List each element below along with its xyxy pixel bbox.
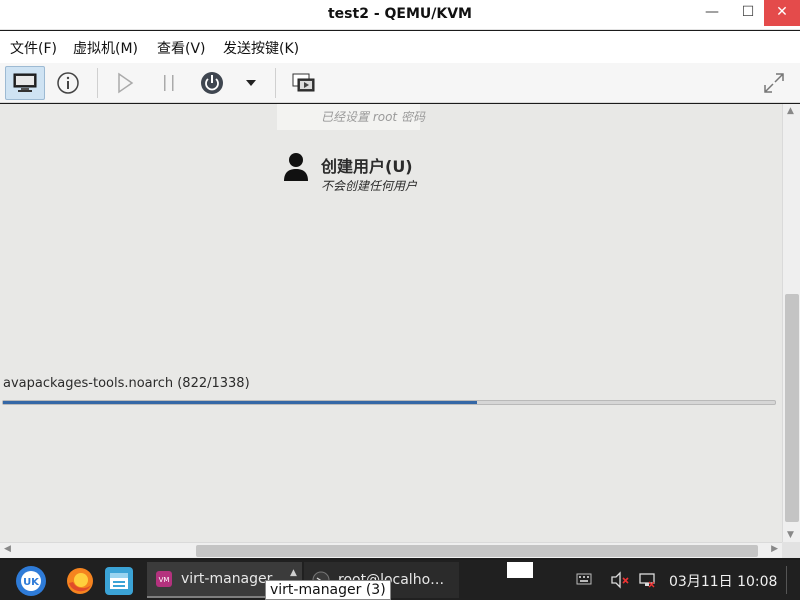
svg-text:VM: VM (159, 576, 170, 584)
toolbar-separator (97, 68, 98, 98)
horizontal-scrollbar[interactable]: ◀ ▶ (0, 542, 782, 558)
horizontal-scroll-thumb[interactable] (196, 545, 758, 557)
show-desktop-button[interactable] (786, 566, 794, 594)
close-button[interactable]: ✕ (764, 0, 800, 26)
guest-display[interactable]: 已经设置 root 密码 创建用户(U) 不会创建任何用户 avapackage… (0, 104, 782, 542)
root-password-status: 已经设置 root 密码 (321, 110, 425, 124)
pause-button[interactable] (149, 66, 189, 100)
keyboard-icon[interactable] (576, 572, 592, 586)
create-user-link[interactable]: 创建用户(U) (321, 153, 413, 177)
play-icon (118, 72, 134, 94)
install-progress-bar (2, 400, 776, 405)
menu-vm[interactable]: 虚拟机(M) (73, 38, 138, 58)
scroll-down-icon[interactable]: ▼ (787, 530, 794, 540)
install-progress-fill (3, 401, 478, 404)
console-view-button[interactable] (5, 66, 45, 100)
network-icon[interactable] (638, 571, 656, 589)
fullscreen-icon (764, 73, 784, 93)
menu-bar: 文件(F) 虚拟机(M) 查看(V) 发送按键(K) (0, 31, 800, 63)
file-manager-icon[interactable] (103, 565, 135, 597)
power-icon (201, 72, 223, 94)
clock[interactable]: 03月11日 10:08 (669, 571, 777, 591)
create-user-status: 不会创建任何用户 (321, 179, 418, 193)
run-button[interactable] (105, 66, 145, 100)
menu-send-key[interactable]: 发送按键(K) (223, 38, 299, 58)
fullscreen-button[interactable] (754, 66, 794, 100)
window-title: test2 - QEMU/KVM (327, 6, 472, 22)
toolbar-separator (275, 68, 276, 98)
svg-text:UK: UK (23, 577, 40, 588)
toolbar (0, 63, 800, 103)
info-icon (57, 72, 79, 94)
vertical-scroll-thumb[interactable] (785, 294, 799, 522)
volume-muted-icon[interactable] (610, 571, 630, 589)
shutdown-menu-button[interactable] (231, 66, 271, 100)
task-label: virt-manager (181, 571, 273, 587)
notification-area-placeholder (507, 562, 533, 578)
scroll-left-icon[interactable]: ◀ (4, 544, 11, 554)
firefox-icon[interactable] (64, 565, 96, 597)
task-tooltip: virt-manager (3) (265, 580, 391, 600)
scroll-up-icon[interactable]: ▲ (787, 106, 794, 116)
snapshots-icon (292, 73, 315, 92)
scrollbar-corner (782, 542, 800, 558)
virt-manager-icon: VM (156, 571, 172, 587)
snapshots-button[interactable] (284, 66, 324, 100)
title-bar: test2 - QEMU/KVM — ☐ ✕ (0, 0, 800, 30)
scroll-right-icon[interactable]: ▶ (771, 544, 778, 554)
pause-icon (164, 75, 174, 91)
taskbar: UK VM virt-manager ▲ root@localho… 03月11… (0, 560, 800, 600)
vertical-scrollbar[interactable]: ▲ ▼ (782, 104, 800, 542)
monitor-icon (13, 73, 37, 92)
minimize-button[interactable]: — (696, 0, 728, 26)
user-icon (284, 153, 308, 181)
menu-file[interactable]: 文件(F) (10, 38, 57, 58)
uk-logo-icon[interactable]: UK (15, 565, 47, 597)
menu-view[interactable]: 查看(V) (157, 38, 206, 58)
dropdown-arrow-icon (246, 80, 256, 86)
task-group-arrow-icon[interactable]: ▲ (290, 568, 297, 578)
details-view-button[interactable] (48, 66, 88, 100)
maximize-button[interactable]: ☐ (732, 0, 764, 26)
install-progress-label: avapackages-tools.noarch (822/1338) (3, 376, 250, 391)
shutdown-button[interactable] (192, 66, 232, 100)
